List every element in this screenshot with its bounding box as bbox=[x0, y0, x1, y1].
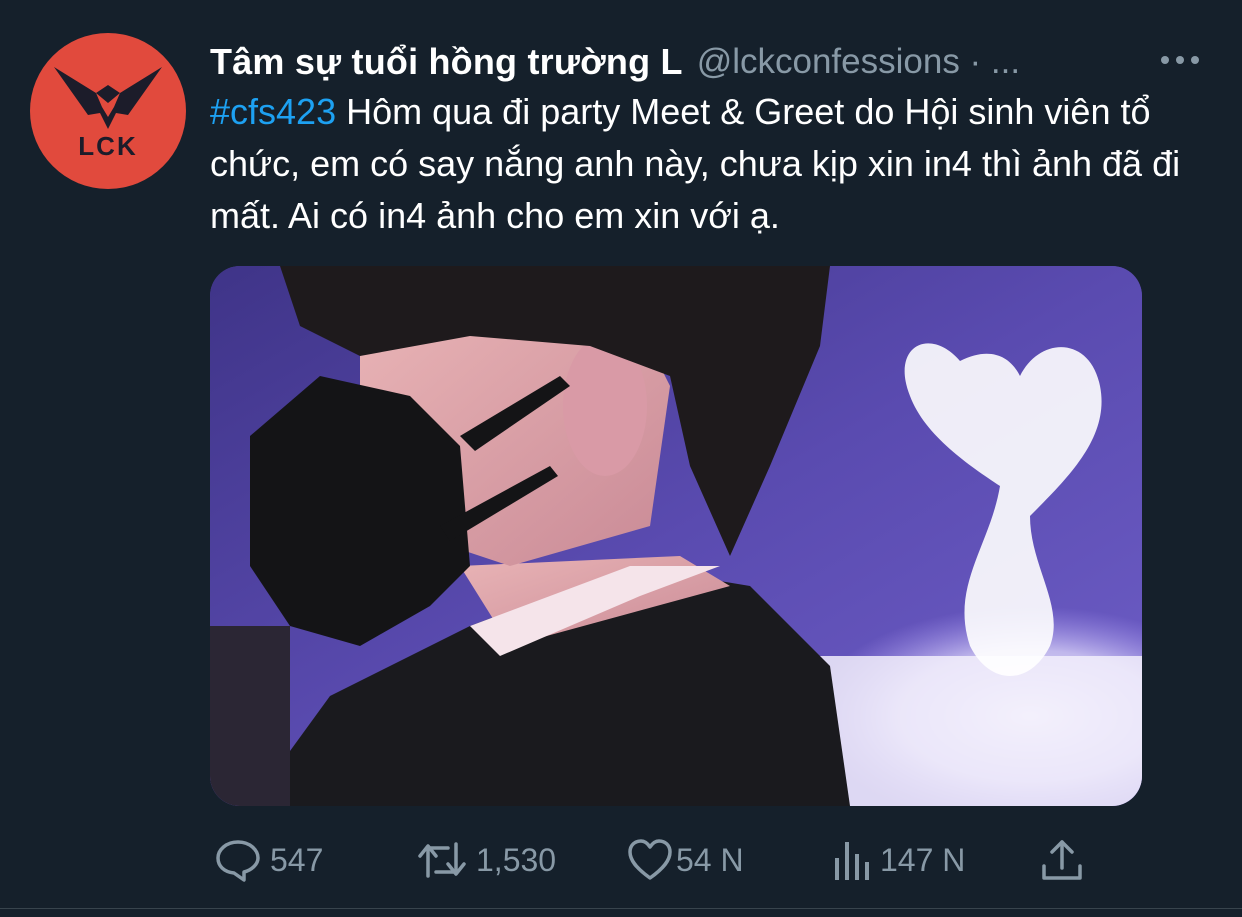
tweet-body: Hôm qua đi party Meet & Greet do Hội sin… bbox=[210, 91, 1181, 236]
handle[interactable]: @lckconfessions · ... bbox=[697, 42, 1020, 82]
retweet-count: 1,530 bbox=[476, 841, 557, 878]
share-button[interactable] bbox=[1040, 830, 1084, 890]
like-button[interactable]: 54 N bbox=[626, 830, 744, 890]
more-options-button[interactable] bbox=[1158, 46, 1202, 74]
tweet-text: #cfs423 Hôm qua đi party Meet & Greet do… bbox=[210, 86, 1210, 242]
hashtag-link[interactable]: #cfs423 bbox=[210, 91, 336, 132]
display-name[interactable]: Tâm sự tuổi hồng trường L bbox=[210, 41, 683, 83]
photo-masked-person bbox=[210, 266, 1142, 806]
views-button[interactable]: 147 N bbox=[832, 830, 965, 890]
retweet-button[interactable]: 1,530 bbox=[416, 830, 556, 890]
tweet-actions: 547 1,530 54 N 147 N bbox=[210, 830, 1110, 890]
svg-text:LCK: LCK bbox=[78, 131, 137, 161]
more-horizontal-icon bbox=[1161, 56, 1199, 64]
divider bbox=[0, 908, 1242, 909]
reply-button[interactable]: 547 bbox=[214, 830, 323, 890]
tweet-card[interactable]: LCK Tâm sự tuổi hồng trường L @lckconfes… bbox=[0, 0, 1242, 917]
avatar[interactable]: LCK bbox=[30, 33, 186, 189]
heart-icon bbox=[628, 839, 672, 880]
tweet-header: Tâm sự tuổi hồng trường L @lckconfession… bbox=[210, 38, 1020, 86]
lck-logo: LCK bbox=[54, 67, 162, 161]
bar-chart-icon bbox=[835, 842, 869, 880]
like-count: 54 N bbox=[676, 841, 744, 878]
reply-count: 547 bbox=[270, 841, 324, 878]
share-upload-icon bbox=[1042, 840, 1082, 880]
speech-bubble-icon bbox=[216, 840, 260, 882]
tweet-media-image[interactable] bbox=[210, 266, 1142, 806]
views-count: 147 N bbox=[880, 841, 966, 878]
retweet-arrows-icon bbox=[418, 842, 466, 878]
